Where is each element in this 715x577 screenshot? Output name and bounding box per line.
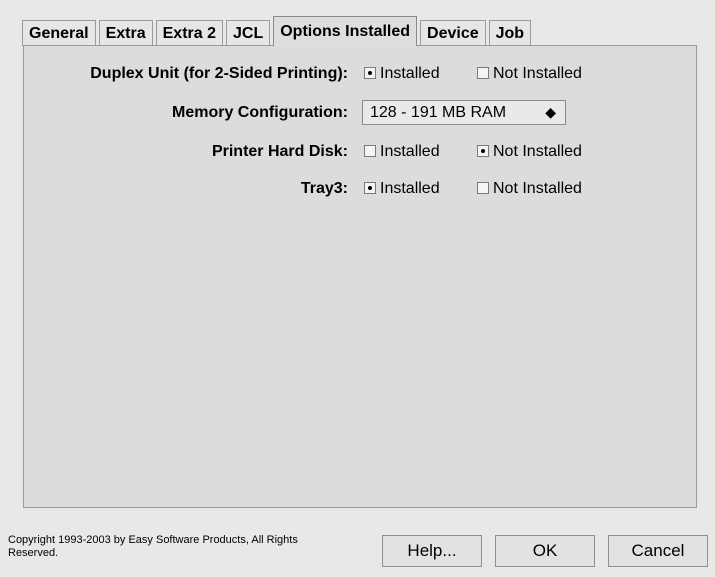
up-down-arrow-icon: ◆: [545, 104, 556, 120]
harddisk-label: Printer Hard Disk:: [211, 143, 348, 160]
radio-unselected-icon: [364, 145, 376, 157]
duplex-row: Duplex Unit (for 2-Sided Printing): Inst…: [24, 62, 696, 86]
tab-job[interactable]: Job: [488, 20, 532, 46]
duplex-not-installed-radio[interactable]: Not Installed: [477, 62, 582, 86]
tab-device[interactable]: Device: [420, 20, 486, 46]
duplex-installed-label: Installed: [380, 65, 440, 82]
tray3-row: Tray3: Installed Not Installed: [24, 177, 696, 201]
tray3-not-installed-radio[interactable]: Not Installed: [477, 177, 582, 201]
duplex-installed-radio[interactable]: Installed: [364, 62, 440, 86]
memory-select[interactable]: 128 - 191 MB RAM ◆: [362, 100, 566, 125]
tray3-installed-label: Installed: [380, 180, 440, 197]
radio-unselected-icon: [477, 67, 489, 79]
memory-select-value: 128 - 191 MB RAM: [370, 104, 507, 121]
ok-button[interactable]: OK: [495, 535, 595, 567]
copyright-text: Copyright 1993-2003 by Easy Software Pro…: [8, 534, 298, 559]
tray3-label: Tray3:: [300, 180, 348, 197]
radio-selected-icon: [364, 182, 376, 194]
tray3-installed-radio[interactable]: Installed: [364, 177, 440, 201]
tab-extra-2[interactable]: Extra 2: [155, 20, 223, 46]
radio-unselected-icon: [477, 182, 489, 194]
harddisk-row: Printer Hard Disk: Installed Not Install…: [24, 140, 696, 164]
harddisk-not-installed-radio[interactable]: Not Installed: [477, 140, 582, 164]
tab-jcl[interactable]: JCL: [226, 20, 271, 46]
cancel-button[interactable]: Cancel: [608, 535, 708, 567]
harddisk-installed-label: Installed: [380, 143, 440, 160]
harddisk-installed-radio[interactable]: Installed: [364, 140, 440, 164]
tab-bar: General Extra Extra 2 JCL Options Instal…: [22, 16, 534, 46]
tray3-not-installed-label: Not Installed: [493, 180, 582, 197]
memory-label: Memory Configuration:: [172, 104, 348, 121]
radio-selected-icon: [477, 145, 489, 157]
dialog-footer: Copyright 1993-2003 by Easy Software Pro…: [0, 520, 715, 577]
tab-general[interactable]: General: [22, 20, 96, 46]
tab-options-installed[interactable]: Options Installed: [273, 16, 418, 46]
radio-selected-icon: [364, 67, 376, 79]
tab-extra[interactable]: Extra: [98, 20, 153, 46]
duplex-not-installed-label: Not Installed: [493, 65, 582, 82]
duplex-label: Duplex Unit (for 2-Sided Printing):: [90, 65, 348, 82]
harddisk-not-installed-label: Not Installed: [493, 143, 582, 160]
help-button[interactable]: Help...: [382, 535, 482, 567]
memory-row: Memory Configuration: 128 - 191 MB RAM ◆: [24, 100, 696, 125]
options-panel: Duplex Unit (for 2-Sided Printing): Inst…: [23, 45, 697, 508]
